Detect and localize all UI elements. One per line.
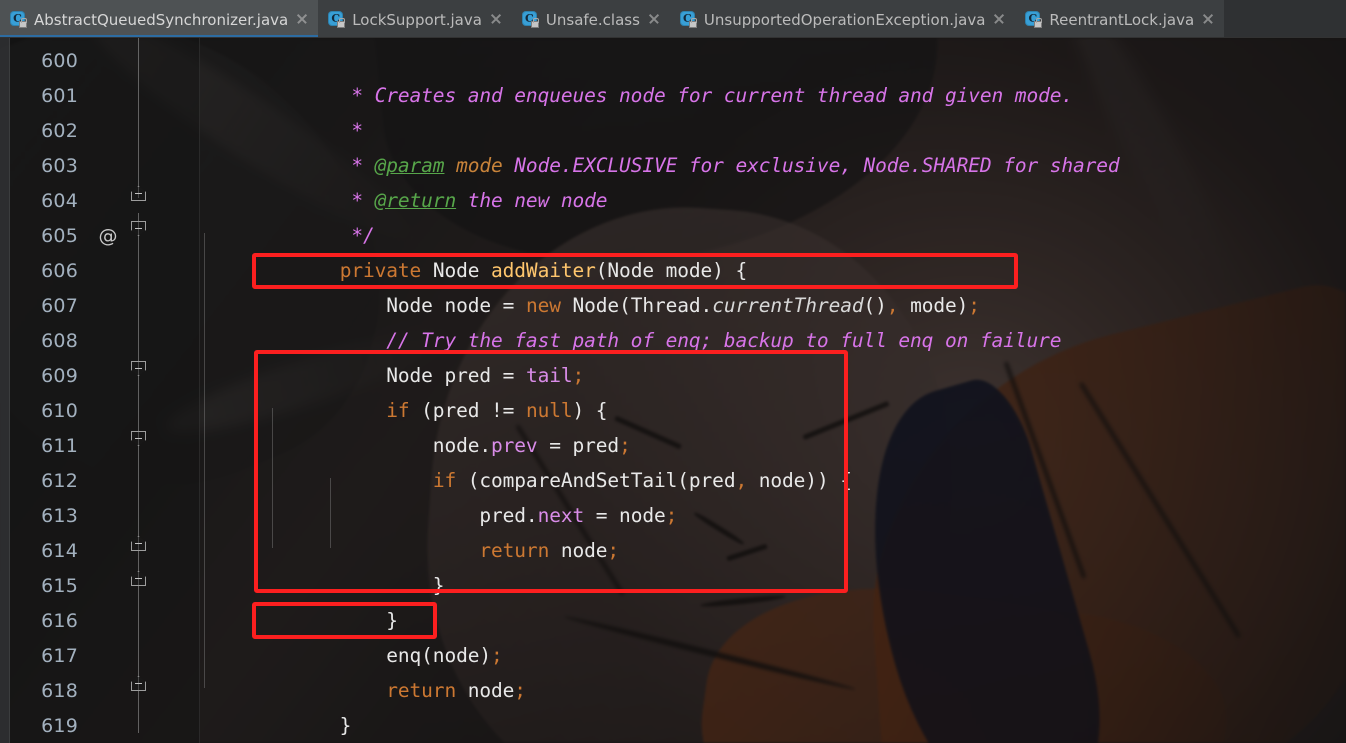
code-line[interactable]: } xyxy=(200,533,445,597)
java-class-locked-icon: C xyxy=(10,10,27,28)
collapse-down-icon[interactable] xyxy=(131,361,146,376)
java-class-locked-icon: C xyxy=(328,10,346,28)
collapse-up-icon[interactable] xyxy=(131,186,146,201)
editor-tab-label: LockSupport.java xyxy=(352,10,482,29)
code-line[interactable]: return node; xyxy=(200,498,619,562)
code-line[interactable]: node.prev = pred; xyxy=(200,393,631,457)
java-class-locked-icon: C xyxy=(521,10,539,28)
close-icon[interactable] xyxy=(1201,12,1215,26)
line-number: 615 xyxy=(41,574,78,597)
editor-gutter[interactable]: 600 601 602 603 604 605 @ 606 607 608 60… xyxy=(0,38,200,743)
line-number: 606 xyxy=(41,259,78,282)
editor-tab-label: Unsafe.class xyxy=(545,10,640,29)
collapse-up-icon[interactable] xyxy=(131,571,146,586)
line-number: 600 xyxy=(41,49,78,72)
tab-bar-empty-area xyxy=(1224,0,1346,38)
editor-tab-label: UnsupportedOperationException.java xyxy=(703,10,986,29)
ide-window: C AbstractQueuedSynchronizer.java C Lock… xyxy=(0,0,1346,743)
line-number: 619 xyxy=(41,714,78,737)
annotation-gutter-icon[interactable]: @ xyxy=(96,225,120,247)
line-number: 601 xyxy=(41,84,78,107)
code-line[interactable] xyxy=(200,708,293,743)
code-line[interactable]: private Node addWaiter(Node mode) { xyxy=(200,218,748,282)
code-line[interactable]: return node; xyxy=(200,638,526,702)
code-folding-ribbon[interactable] xyxy=(131,38,146,743)
code-line[interactable]: if (pred != null) { xyxy=(200,358,607,422)
java-class-locked-icon: C xyxy=(1025,10,1043,28)
line-number: 612 xyxy=(41,469,78,492)
line-number: 609 xyxy=(41,364,78,387)
line-number: 610 xyxy=(41,399,78,422)
close-icon[interactable] xyxy=(295,12,309,26)
editor-tab-label: ReentrantLock.java xyxy=(1049,10,1195,29)
line-number: 603 xyxy=(41,154,78,177)
indent-guide xyxy=(204,233,205,688)
editor-tab-unsafe[interactable]: C Unsafe.class xyxy=(511,0,670,38)
editor-tab-reentrantlock[interactable]: C ReentrantLock.java xyxy=(1015,0,1225,38)
editor-tab-unsupportedoperationexception[interactable]: C UnsupportedOperationException.java xyxy=(669,0,1016,38)
line-number: 607 xyxy=(41,294,78,317)
close-icon[interactable] xyxy=(992,12,1006,26)
collapse-up-icon[interactable] xyxy=(131,676,146,691)
java-class-locked-icon: C xyxy=(679,10,697,28)
line-number: 605 xyxy=(41,224,78,247)
editor-tab-bar: C AbstractQueuedSynchronizer.java C Lock… xyxy=(0,0,1346,38)
code-line[interactable]: if (compareAndSetTail(pred, node)) { xyxy=(200,428,852,492)
code-line[interactable]: * @param mode Node.EXCLUSIVE for exclusi… xyxy=(200,113,1119,177)
code-line[interactable]: // Try the fast path of enq; backup to f… xyxy=(200,288,1061,352)
code-line[interactable]: } xyxy=(200,673,352,737)
code-line[interactable]: * xyxy=(200,78,363,142)
line-number: 617 xyxy=(41,644,78,667)
code-editor[interactable]: 600 601 602 603 604 605 @ 606 607 608 60… xyxy=(0,38,1346,743)
close-icon[interactable] xyxy=(489,12,503,26)
close-icon[interactable] xyxy=(647,12,661,26)
code-line[interactable]: */ xyxy=(200,183,374,247)
line-number: 604 xyxy=(41,189,78,212)
collapse-up-icon[interactable] xyxy=(131,536,146,551)
code-line[interactable]: } xyxy=(200,568,398,632)
line-number: 608 xyxy=(41,329,78,352)
indent-guide xyxy=(272,408,273,548)
line-number: 614 xyxy=(41,539,78,562)
code-line[interactable]: * @return the new node xyxy=(200,148,607,212)
code-content[interactable]: * Creates and enqueues node for current … xyxy=(200,38,1346,743)
code-line[interactable]: enq(node); xyxy=(200,603,503,667)
line-number: 613 xyxy=(41,504,78,527)
line-number: 602 xyxy=(41,119,78,142)
editor-tab-locksupport[interactable]: C LockSupport.java xyxy=(318,0,512,38)
code-line[interactable]: * Creates and enqueues node for current … xyxy=(200,43,1073,107)
collapse-down-icon[interactable] xyxy=(131,221,146,236)
editor-tab-label: AbstractQueuedSynchronizer.java xyxy=(34,10,289,29)
line-number: 611 xyxy=(41,434,78,457)
editor-tab-abstractqueuedsynchronizer[interactable]: C AbstractQueuedSynchronizer.java xyxy=(0,0,319,38)
code-line[interactable]: Node pred = tail; xyxy=(200,323,584,387)
indent-guide xyxy=(330,478,331,548)
line-number: 616 xyxy=(41,609,78,632)
line-number: 618 xyxy=(41,679,78,702)
collapse-down-icon[interactable] xyxy=(131,431,146,446)
code-line[interactable]: Node node = new Node(Thread.currentThrea… xyxy=(200,253,980,317)
